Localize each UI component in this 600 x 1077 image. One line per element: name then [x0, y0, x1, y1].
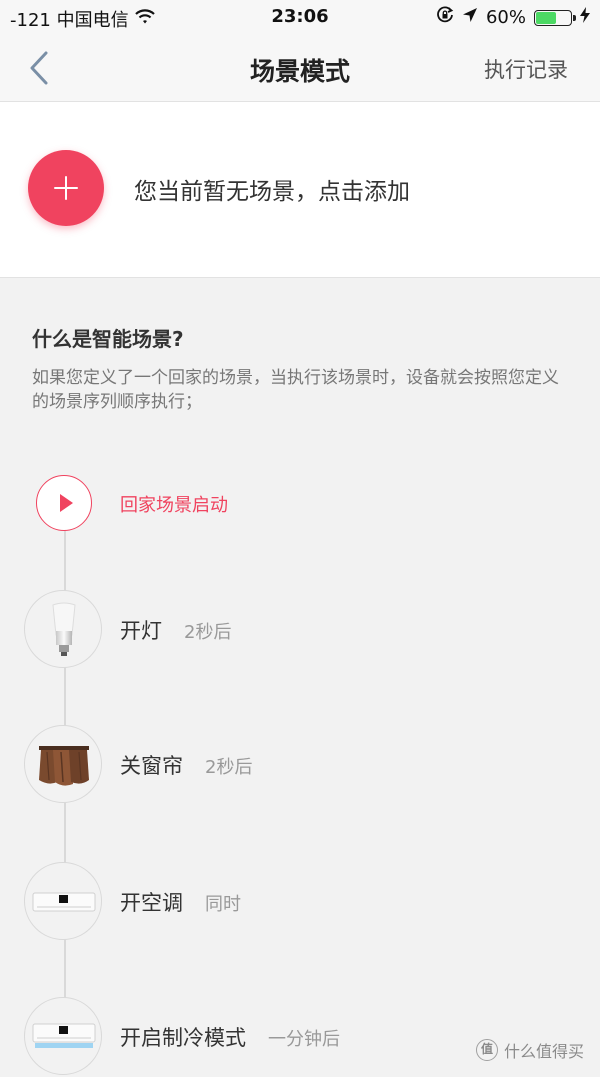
step-label: 回家场景启动: [120, 491, 228, 517]
step-label-text: 开启制冷模式: [120, 1026, 246, 1050]
step-label-text: 回家场景启动: [120, 495, 228, 516]
status-bar: -121 中国电信 23:06 60%: [0, 0, 600, 34]
step-label-text: 开空调: [120, 891, 183, 915]
light-bulb-icon: [24, 590, 102, 668]
step-delay: 2秒后: [184, 622, 232, 643]
timeline-step-cooling: 开启制冷模式 一分钟后: [24, 997, 584, 1077]
navigation-bar: 场景模式 执行记录: [0, 34, 600, 102]
timeline-step-ac: 开空调 同时: [24, 862, 584, 942]
empty-scene-panel: 您当前暂无场景，点击添加: [0, 102, 600, 278]
watermark: 值 什么值得买: [475, 1038, 584, 1062]
step-delay: 一分钟后: [268, 1029, 340, 1050]
battery-level-fill: [536, 11, 556, 24]
battery-percent: 60%: [485, 7, 526, 28]
rotation-lock-icon: [436, 6, 454, 29]
intro-title: 什么是智能场景?: [32, 327, 184, 351]
watermark-text: 什么值得买: [503, 1042, 584, 1061]
step-label: 开空调 同时: [120, 887, 241, 917]
step-label: 开灯 2秒后: [120, 615, 231, 645]
step-delay: 同时: [205, 894, 241, 915]
step-label: 关窗帘 2秒后: [120, 750, 252, 780]
execution-log-button[interactable]: 执行记录: [484, 54, 568, 84]
timeline-step-light: 开灯 2秒后: [24, 590, 584, 670]
battery-icon: [534, 9, 576, 26]
empty-scene-text[interactable]: 您当前暂无场景，点击添加: [134, 172, 410, 206]
air-conditioner-icon: [24, 862, 102, 940]
watermark-badge: 值: [475, 1039, 498, 1061]
timeline-step-start: 回家场景启动: [24, 475, 584, 555]
charging-bolt-icon: [580, 7, 590, 28]
back-button[interactable]: [24, 50, 54, 86]
chevron-left-icon: [30, 51, 48, 85]
step-delay: 2秒后: [205, 757, 253, 778]
step-label: 开启制冷模式 一分钟后: [120, 1022, 340, 1052]
add-scene-button[interactable]: [28, 150, 104, 226]
location-arrow-icon: [462, 7, 478, 28]
curtain-icon: [24, 725, 102, 803]
play-icon: [36, 475, 92, 531]
status-right: 60%: [436, 6, 590, 29]
air-conditioner-cooling-icon: [24, 997, 102, 1075]
step-label-text: 开灯: [120, 619, 162, 643]
step-label-text: 关窗帘: [120, 754, 183, 778]
timeline-step-curtain: 关窗帘 2秒后: [24, 725, 584, 805]
intro-description: 如果您定义了一个回家的场景，当执行该场景时，设备就会按照您定义的场景序列顺序执行…: [32, 368, 559, 412]
battery-cap: [573, 14, 576, 21]
